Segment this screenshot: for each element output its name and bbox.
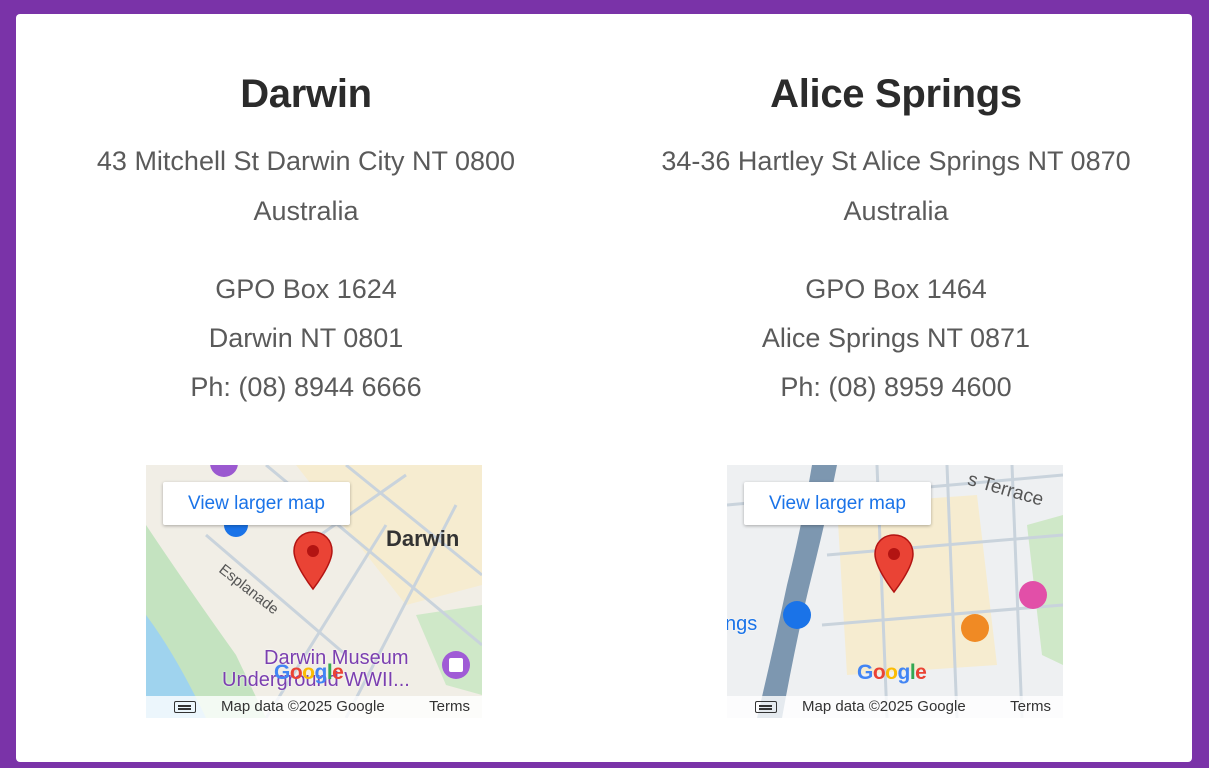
keyboard-shortcuts-icon[interactable] xyxy=(174,701,196,713)
map-footer: Map data ©2025 Google Terms xyxy=(146,696,482,718)
country: Australia xyxy=(253,196,359,226)
office-title: Alice Springs xyxy=(770,72,1022,116)
google-letter: o xyxy=(302,661,315,684)
street-address: 43 Mitchell St Darwin City NT 0800 xyxy=(96,146,516,176)
google-letter: g xyxy=(897,661,911,684)
map-embed-darwin[interactable]: View larger map Darwin Esplanade Darwin … xyxy=(146,465,482,718)
google-letter: g xyxy=(314,661,328,684)
google-letter: e xyxy=(915,661,927,684)
poi-label: ngs xyxy=(727,613,758,635)
google-letter: o xyxy=(289,661,303,684)
google-letter: o xyxy=(872,661,886,684)
terms-link[interactable]: Terms xyxy=(429,698,470,715)
phone-number: Ph: (08) 8959 4600 xyxy=(780,372,1012,402)
po-box: GPO Box 1464 xyxy=(805,274,987,304)
postal-city: Darwin NT 0801 xyxy=(208,323,404,353)
google-letter: e xyxy=(332,661,344,684)
location-pin-icon[interactable] xyxy=(874,534,914,594)
po-box: GPO Box 1624 xyxy=(215,274,397,304)
phone-number: Ph: (08) 8944 6666 xyxy=(190,372,422,402)
map-embed-alice-springs[interactable]: s Terrace View larger map ngs Google Map… xyxy=(727,465,1063,718)
google-logo: Google xyxy=(857,661,927,685)
office-title: Darwin xyxy=(240,72,372,116)
location-pin-icon[interactable] xyxy=(293,531,333,591)
map-data-attribution: Map data ©2025 Google xyxy=(221,698,385,715)
google-letter: o xyxy=(885,661,898,684)
view-larger-map-link[interactable]: View larger map xyxy=(163,482,350,525)
terms-link[interactable]: Terms xyxy=(1010,698,1051,715)
city-label: Darwin xyxy=(386,526,460,551)
map-footer: Map data ©2025 Google Terms xyxy=(727,696,1063,718)
google-logo: Google xyxy=(274,661,344,685)
offices-panel: Darwin 43 Mitchell St Darwin City NT 080… xyxy=(16,14,1192,762)
street-address: 34-36 Hartley St Alice Springs NT 0870 xyxy=(661,146,1131,176)
map-data-attribution: Map data ©2025 Google xyxy=(802,698,966,715)
view-larger-map-link[interactable]: View larger map xyxy=(744,482,931,525)
keyboard-shortcuts-icon[interactable] xyxy=(755,701,777,713)
google-letter: G xyxy=(857,661,873,684)
google-letter: G xyxy=(274,661,290,684)
country: Australia xyxy=(843,196,949,226)
postal-city: Alice Springs NT 0871 xyxy=(761,323,1031,353)
